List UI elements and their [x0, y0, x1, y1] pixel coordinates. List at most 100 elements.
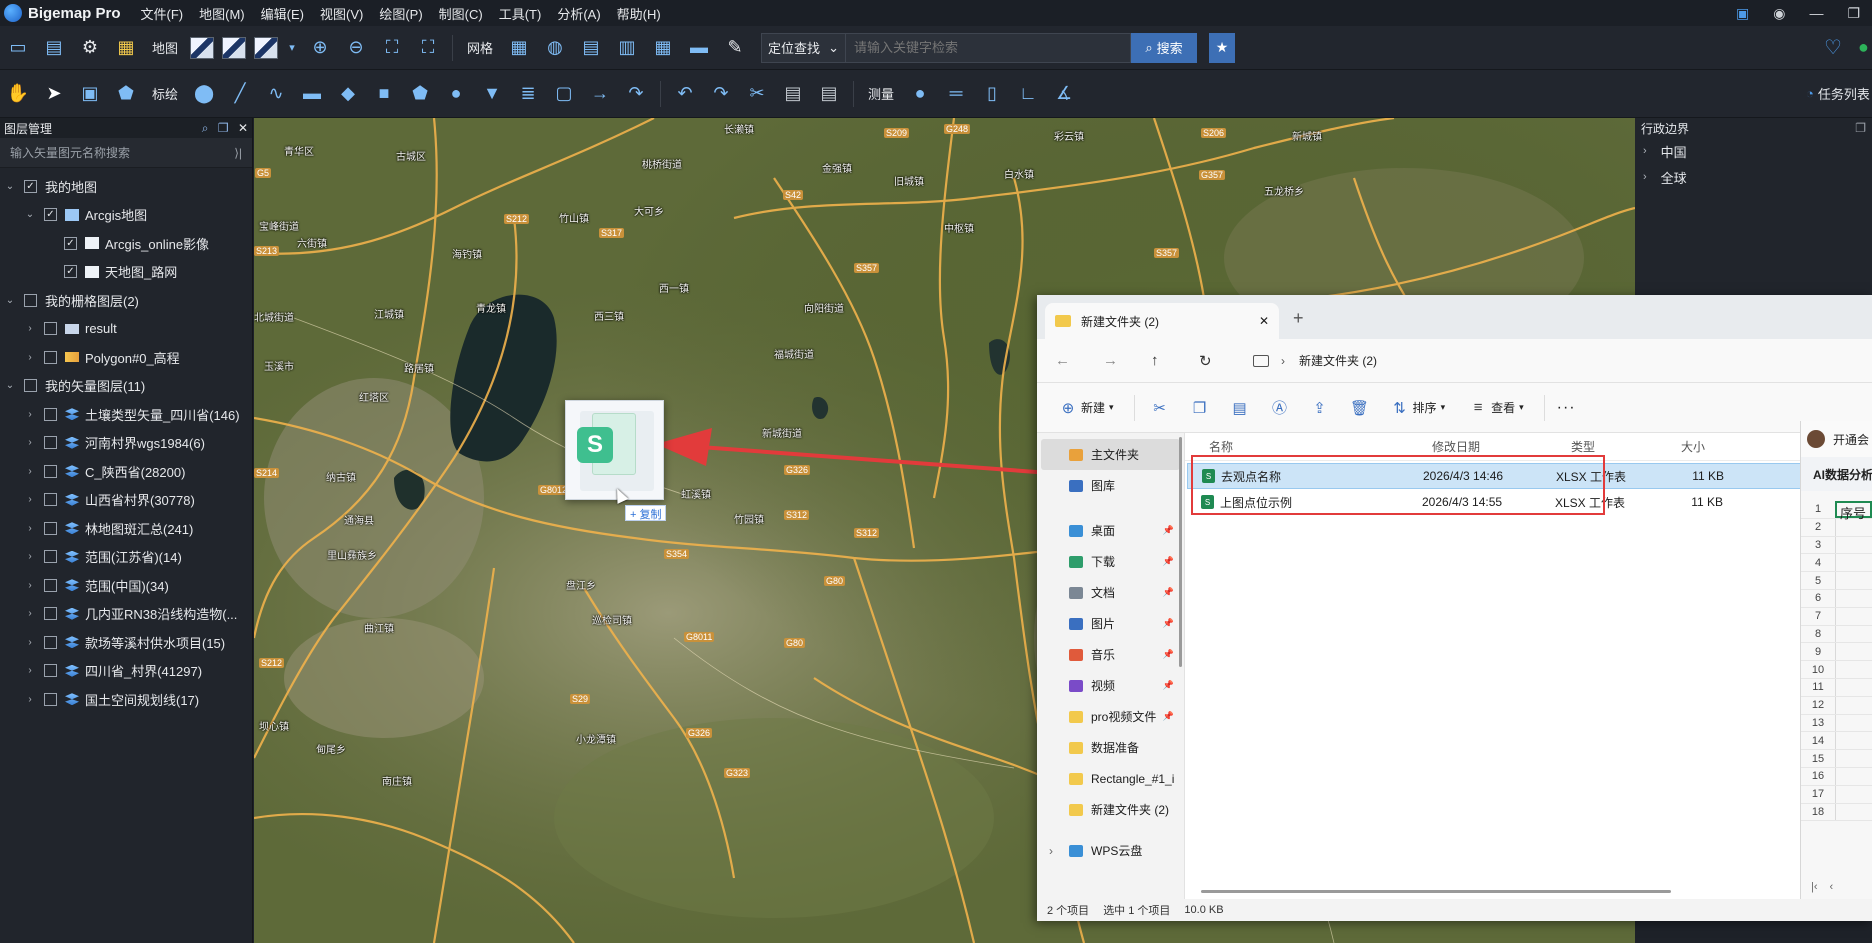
sheet-cell[interactable]: [1835, 714, 1872, 732]
explorer-tab[interactable]: 新建文件夹 (2) ✕: [1045, 303, 1279, 339]
nav-item[interactable]: 音乐 📌: [1037, 639, 1184, 670]
view-icon: ≡: [1473, 399, 1483, 416]
sheet-cell[interactable]: [1835, 785, 1872, 803]
sheet-cell[interactable]: [1835, 518, 1872, 536]
sheet-cell[interactable]: [1835, 536, 1872, 554]
sheet-cell[interactable]: [1835, 572, 1872, 589]
address-bar[interactable]: › 新建文件夹 (2): [1253, 352, 1377, 369]
delete-icon[interactable]: 🗑: [1347, 399, 1373, 417]
sheet-cell[interactable]: [1835, 732, 1872, 750]
chevron-right-icon[interactable]: ›: [1049, 844, 1053, 858]
subscribe-label[interactable]: 开通会: [1833, 431, 1869, 448]
prev-sheet-icon[interactable]: ‹: [1830, 881, 1834, 893]
sheet-row: 3: [1801, 536, 1872, 555]
folder-icon: [1055, 315, 1071, 327]
spreadsheet-rows: 1 序号 2 3 4 5 6 7 8 9 10 11 12 13 14 15 16 17 18: [1801, 501, 1872, 822]
row-number: 3: [1814, 538, 1822, 551]
sheet-row: 7: [1801, 607, 1872, 626]
col-size[interactable]: 大小: [1657, 438, 1717, 455]
copy-icon[interactable]: ❐: [1187, 399, 1213, 417]
plus-circle-icon: ⊕: [1061, 399, 1075, 417]
nav-item-label: 下载: [1091, 555, 1116, 569]
new-button-label: 新建: [1081, 401, 1106, 415]
up-arrow-icon[interactable]: ↑: [1151, 352, 1179, 369]
sheet-row: 6: [1801, 589, 1872, 608]
nav-item-label: pro视频文件: [1091, 710, 1157, 724]
nav-item-label: WPS云盘: [1091, 844, 1143, 858]
sheet-row: 2: [1801, 518, 1872, 537]
annotation-arrow-head: [656, 428, 712, 466]
sheet-row: 8: [1801, 625, 1872, 644]
sheet-cell[interactable]: [1835, 678, 1872, 696]
ai-analysis-bar[interactable]: AI数据分析: [1801, 457, 1872, 491]
col-modified[interactable]: 修改日期: [1408, 438, 1547, 455]
more-options-icon[interactable]: ···: [1557, 399, 1576, 417]
pin-icon: 📌: [1162, 649, 1174, 659]
nav-item[interactable]: 视频 📌: [1037, 670, 1184, 701]
paste-icon[interactable]: ▤: [1227, 399, 1253, 417]
nav-item[interactable]: 新建文件夹 (2): [1037, 794, 1184, 825]
active-cell[interactable]: 序号: [1835, 501, 1872, 521]
chevron-down-icon: ▾: [1109, 402, 1114, 412]
sheet-cell[interactable]: [1835, 750, 1872, 767]
nav-item[interactable]: › WPS云盘: [1037, 835, 1184, 866]
breadcrumb-current[interactable]: 新建文件夹 (2): [1299, 352, 1377, 369]
forward-arrow-icon[interactable]: →: [1103, 352, 1131, 369]
pin-icon: 📌: [1162, 711, 1174, 721]
share-icon[interactable]: ⇪: [1307, 399, 1333, 417]
sheet-cell[interactable]: [1835, 803, 1872, 821]
sheet-cell[interactable]: [1835, 767, 1872, 785]
row-number: 9: [1814, 645, 1822, 658]
pin-icon: 📌: [1162, 587, 1174, 597]
nav-item[interactable]: 文档 📌: [1037, 577, 1184, 608]
col-name[interactable]: 名称: [1185, 438, 1408, 455]
sheet-cell[interactable]: [1835, 607, 1872, 625]
nav-item[interactable]: 图片 📌: [1037, 608, 1184, 639]
tab-close-icon[interactable]: ✕: [1259, 314, 1269, 328]
nav-item[interactable]: 图库: [1037, 470, 1184, 501]
row-number: 13: [1811, 716, 1825, 729]
sheet-cell[interactable]: [1835, 554, 1872, 572]
user-avatar[interactable]: [1807, 430, 1825, 448]
view-button[interactable]: ≡ 查看 ▾: [1465, 399, 1524, 416]
pin-icon: 📌: [1162, 680, 1174, 690]
back-arrow-icon[interactable]: ←: [1055, 352, 1083, 369]
item-count: 2 个项目: [1047, 905, 1090, 917]
cmd-divider: [1543, 394, 1545, 421]
first-sheet-icon[interactable]: |‹: [1811, 881, 1818, 893]
nav-item[interactable]: 桌面 📌: [1037, 515, 1184, 546]
col-type[interactable]: 类型: [1547, 438, 1657, 455]
sort-button-label: 排序: [1412, 401, 1437, 415]
new-button[interactable]: ⊕ 新建 ▾: [1055, 399, 1114, 417]
nav-pane-scrollbar[interactable]: [1179, 437, 1182, 667]
sort-button[interactable]: ⇅ 排序 ▾: [1387, 399, 1446, 417]
nav-item-label: 桌面: [1091, 524, 1116, 538]
new-tab-plus-icon[interactable]: +: [1293, 308, 1304, 329]
cut-icon[interactable]: ✂: [1147, 399, 1173, 417]
sheet-cell[interactable]: [1835, 589, 1872, 607]
sheet-cell[interactable]: [1835, 661, 1872, 678]
sheet-cell[interactable]: [1835, 643, 1872, 661]
sheet-cell[interactable]: [1835, 625, 1872, 643]
sheet-row: 16: [1801, 767, 1872, 786]
highlight-box: [1191, 455, 1605, 515]
nav-item[interactable]: 主文件夹: [1041, 439, 1180, 470]
rename-icon[interactable]: Ⓐ: [1267, 397, 1293, 418]
refresh-icon[interactable]: ↻: [1199, 352, 1227, 370]
nav-item-icon: [1069, 448, 1083, 461]
chevron-down-icon: ▾: [1519, 402, 1524, 412]
sheet-row: 12: [1801, 696, 1872, 715]
nav-item[interactable]: 数据准备: [1037, 732, 1184, 763]
chevron-down-icon: ▾: [1440, 402, 1446, 412]
nav-item-label: 文档: [1091, 586, 1116, 600]
nav-item[interactable]: Rectangle_#1_i: [1037, 763, 1184, 794]
nav-item[interactable]: 下载 📌: [1037, 546, 1184, 577]
row-number: 4: [1814, 556, 1822, 569]
sheet-cell[interactable]: [1835, 696, 1872, 714]
row-number: 17: [1811, 788, 1825, 801]
explorer-body: 主文件夹 图库 桌面 📌 下载 📌 文档 📌 图片 📌 音乐 📌 视频 📌 pro视频文件 📌 数据准备 Rect…: [1037, 433, 1872, 901]
horizontal-scrollbar[interactable]: [1201, 890, 1671, 893]
explorer-tab-bar: 新建文件夹 (2) ✕ +: [1037, 295, 1872, 339]
nav-item[interactable]: pro视频文件 📌: [1037, 701, 1184, 732]
sheet-row: 1 序号: [1801, 501, 1872, 521]
